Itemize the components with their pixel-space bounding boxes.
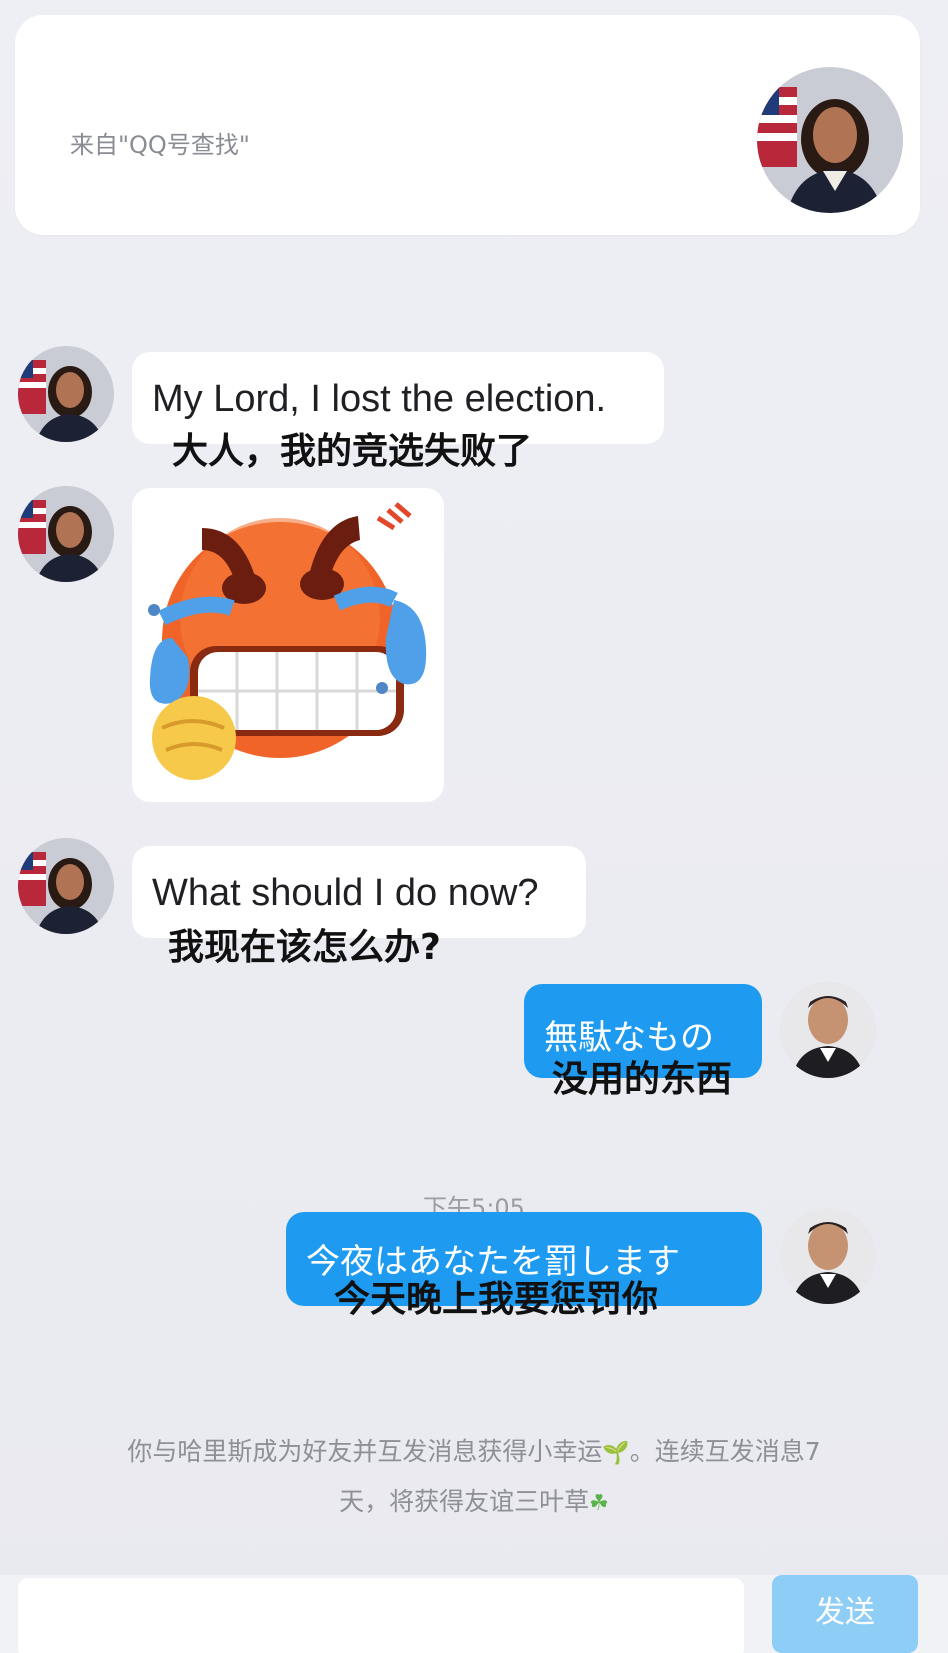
message-text: My Lord, I lost the election. [152,378,607,420]
send-button[interactable]: 发送 [772,1575,918,1653]
friendship-notice: 你与哈里斯成为好友并互发消息获得小幸运🌱。连续互发消息7 天，将获得友谊三叶草☘ [40,1428,908,1528]
self-avatar[interactable] [780,1208,876,1304]
contact-source-card[interactable]: 来自"QQ号查找" [15,15,920,235]
message-subtitle: 今天晚上我要惩罚你 [334,1279,659,1320]
clover-icon: ☘ [589,1491,609,1516]
sprout-icon: 🌱 [602,1441,630,1466]
chat-screen: 来自"QQ号查找" My Lord, I lost the election. … [0,0,948,1653]
angry-crying-emoji-sticker [148,502,427,780]
message-input[interactable] [18,1578,744,1653]
message-subtitle: 我现在该怎么办? [168,927,441,968]
contact-avatar[interactable] [757,67,903,213]
notice-line2: 天，将获得友谊三叶草 [339,1487,590,1516]
message-subtitle: 大人，我的竞选失败了 [172,431,533,472]
sender-avatar[interactable] [18,486,114,582]
notice-line1: 你与哈里斯成为好友并互发消息获得小幸运 [127,1437,603,1466]
source-label: 来自"QQ号查找" [70,131,250,159]
self-avatar[interactable] [780,982,876,1078]
message-subtitle: 没用的东西 [552,1059,733,1100]
message-text: What should I do now? [152,872,539,914]
sender-avatar[interactable] [18,346,114,442]
sticker-bubble[interactable] [132,488,444,802]
sender-avatar[interactable] [18,838,114,934]
notice-line1-end: 。连续互发消息7 [629,1437,821,1466]
